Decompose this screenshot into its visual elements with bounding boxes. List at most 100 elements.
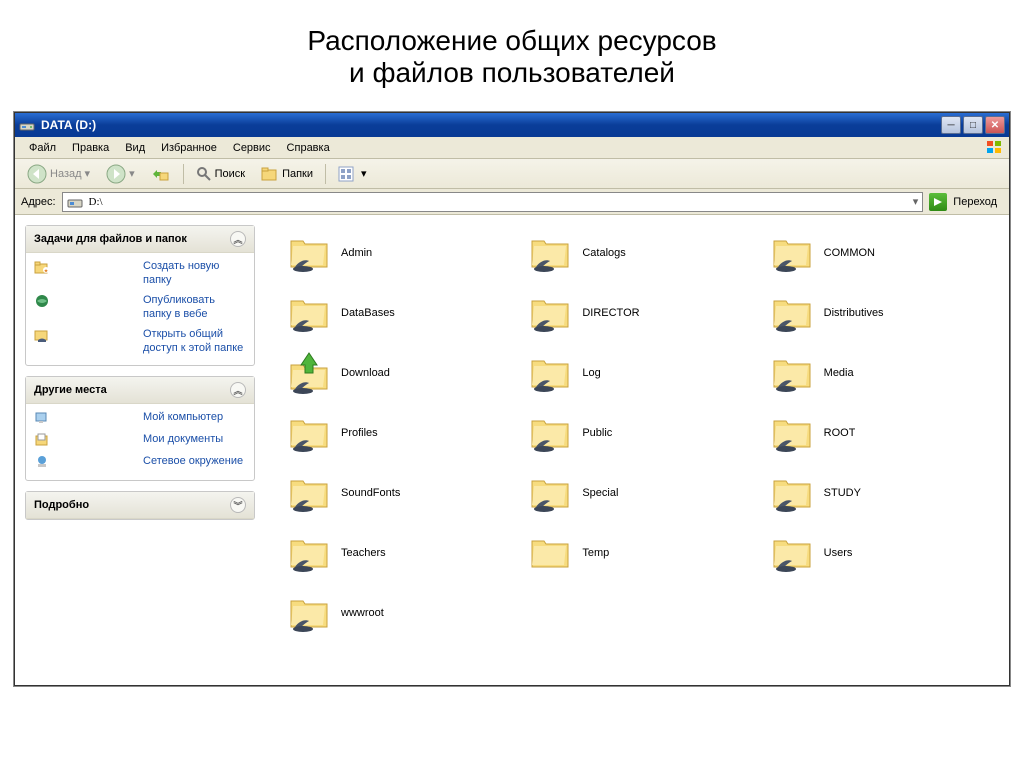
menu-tools[interactable]: Сервис bbox=[225, 140, 279, 156]
collapse-icon[interactable]: ︽ bbox=[230, 231, 246, 247]
folder-item[interactable]: Download bbox=[285, 345, 516, 401]
folder-item[interactable]: Public bbox=[526, 405, 757, 461]
menu-help[interactable]: Справка bbox=[279, 140, 338, 156]
folder-label: Public bbox=[582, 427, 612, 439]
task-new-folder[interactable]: ✦ Создать новую папку bbox=[34, 259, 246, 287]
globe-icon bbox=[34, 293, 137, 309]
folder-item[interactable]: Teachers bbox=[285, 525, 516, 581]
folder-item[interactable]: SoundFonts bbox=[285, 465, 516, 521]
collapse-icon[interactable]: ︽ bbox=[230, 382, 246, 398]
menubar: Файл Правка Вид Избранное Сервис Справка bbox=[15, 137, 1009, 159]
folder-icon bbox=[528, 231, 572, 275]
folder-label: Catalogs bbox=[582, 247, 625, 259]
folder-icon bbox=[528, 471, 572, 515]
folder-item[interactable]: Users bbox=[768, 525, 999, 581]
details-panel: Подробно ︾ bbox=[25, 491, 255, 520]
view-button[interactable]: ▾ bbox=[332, 164, 373, 184]
tasks-header[interactable]: Задачи для файлов и папок ︽ bbox=[26, 226, 254, 253]
folder-icon bbox=[528, 531, 572, 575]
documents-icon bbox=[34, 432, 137, 448]
sidebar: Задачи для файлов и папок ︽ ✦ Создать но… bbox=[15, 215, 265, 685]
menu-edit[interactable]: Правка bbox=[64, 140, 117, 156]
folder-item[interactable]: STUDY bbox=[768, 465, 999, 521]
folder-label: Users bbox=[824, 547, 853, 559]
maximize-button[interactable]: □ bbox=[963, 116, 983, 134]
folder-label: Log bbox=[582, 367, 600, 379]
folder-icon bbox=[770, 351, 814, 395]
forward-button[interactable]: ▾ bbox=[100, 162, 141, 186]
places-header[interactable]: Другие места ︽ bbox=[26, 377, 254, 404]
dropdown-icon[interactable]: ▾ bbox=[913, 195, 919, 208]
slide-title: Расположение общих ресурсов и файлов пол… bbox=[0, 0, 1024, 104]
folder-label: wwwroot bbox=[341, 607, 384, 619]
place-my-computer[interactable]: Мой компьютер bbox=[34, 410, 246, 426]
address-bar: Адрес: ▾ Переход bbox=[15, 189, 1009, 215]
folder-item[interactable]: Distributives bbox=[768, 285, 999, 341]
minimize-button[interactable]: ─ bbox=[941, 116, 961, 134]
go-label[interactable]: Переход bbox=[953, 196, 1003, 208]
tasks-panel: Задачи для файлов и папок ︽ ✦ Создать но… bbox=[25, 225, 255, 366]
folder-label: STUDY bbox=[824, 487, 861, 499]
folder-item[interactable]: DataBases bbox=[285, 285, 516, 341]
svg-text:✦: ✦ bbox=[43, 268, 48, 275]
folder-item[interactable]: Temp bbox=[526, 525, 757, 581]
close-button[interactable]: ✕ bbox=[985, 116, 1005, 134]
folders-button[interactable]: Папки bbox=[255, 164, 319, 184]
details-header[interactable]: Подробно ︾ bbox=[26, 492, 254, 519]
dropdown-icon: ▾ bbox=[85, 167, 91, 180]
folder-item[interactable]: COMMON bbox=[768, 225, 999, 281]
share-folder-icon bbox=[34, 327, 137, 343]
folder-label: COMMON bbox=[824, 247, 875, 259]
folder-icon bbox=[770, 471, 814, 515]
address-input[interactable] bbox=[87, 195, 909, 209]
back-button[interactable]: Назад ▾ bbox=[21, 162, 96, 186]
folder-item[interactable]: Profiles bbox=[285, 405, 516, 461]
place-my-docs[interactable]: Мои документы bbox=[34, 432, 246, 448]
toolbar: Назад ▾ ▾ Поиск Папки ▾ bbox=[15, 159, 1009, 189]
folder-item[interactable]: ROOT bbox=[768, 405, 999, 461]
folder-item[interactable]: DIRECTOR bbox=[526, 285, 757, 341]
folder-item[interactable]: Log bbox=[526, 345, 757, 401]
explorer-window: DATA (D:) ─ □ ✕ Файл Правка Вид Избранно… bbox=[14, 112, 1010, 686]
body: Задачи для файлов и папок ︽ ✦ Создать но… bbox=[15, 215, 1009, 685]
dropdown-icon: ▾ bbox=[129, 167, 135, 180]
task-publish-web[interactable]: Опубликовать папку в вебе bbox=[34, 293, 246, 321]
slide-title-line1: Расположение общих ресурсов bbox=[307, 25, 716, 56]
up-button[interactable] bbox=[145, 162, 177, 186]
window-title: DATA (D:) bbox=[41, 118, 96, 132]
place-network[interactable]: Сетевое окружение bbox=[34, 454, 246, 470]
folder-item[interactable]: Special bbox=[526, 465, 757, 521]
folder-icon bbox=[287, 351, 331, 395]
windows-flag-icon bbox=[985, 139, 1005, 156]
menu-file[interactable]: Файл bbox=[21, 140, 64, 156]
folder-item[interactable]: wwwroot bbox=[285, 585, 516, 641]
folder-icon bbox=[287, 471, 331, 515]
folder-icon bbox=[287, 591, 331, 635]
folder-item[interactable]: Media bbox=[768, 345, 999, 401]
folder-label: Distributives bbox=[824, 307, 884, 319]
folder-label: ROOT bbox=[824, 427, 856, 439]
folder-icon bbox=[528, 411, 572, 455]
folder-item[interactable]: Catalogs bbox=[526, 225, 757, 281]
folder-icon bbox=[770, 231, 814, 275]
folder-label: Temp bbox=[582, 547, 609, 559]
menu-view[interactable]: Вид bbox=[117, 140, 153, 156]
folder-label: Teachers bbox=[341, 547, 386, 559]
slide-title-line2: и файлов пользователей bbox=[349, 57, 675, 88]
folder-label: DIRECTOR bbox=[582, 307, 639, 319]
titlebar[interactable]: DATA (D:) ─ □ ✕ bbox=[15, 113, 1009, 137]
folder-label: Profiles bbox=[341, 427, 378, 439]
menu-favorites[interactable]: Избранное bbox=[153, 140, 225, 156]
task-share-folder[interactable]: Открыть общий доступ к этой папке bbox=[34, 327, 246, 355]
expand-icon[interactable]: ︾ bbox=[230, 497, 246, 513]
go-button[interactable] bbox=[929, 193, 947, 211]
search-button[interactable]: Поиск bbox=[190, 164, 251, 184]
folder-icon bbox=[287, 231, 331, 275]
folder-item[interactable]: Admin bbox=[285, 225, 516, 281]
folder-label: Media bbox=[824, 367, 854, 379]
address-input-wrap[interactable]: ▾ bbox=[62, 192, 924, 212]
folder-icon bbox=[770, 531, 814, 575]
folder-label: Admin bbox=[341, 247, 372, 259]
network-icon bbox=[34, 454, 137, 470]
folder-view[interactable]: Admin Catalogs COMMON DataBases DIRECTOR Dist… bbox=[265, 215, 1009, 685]
